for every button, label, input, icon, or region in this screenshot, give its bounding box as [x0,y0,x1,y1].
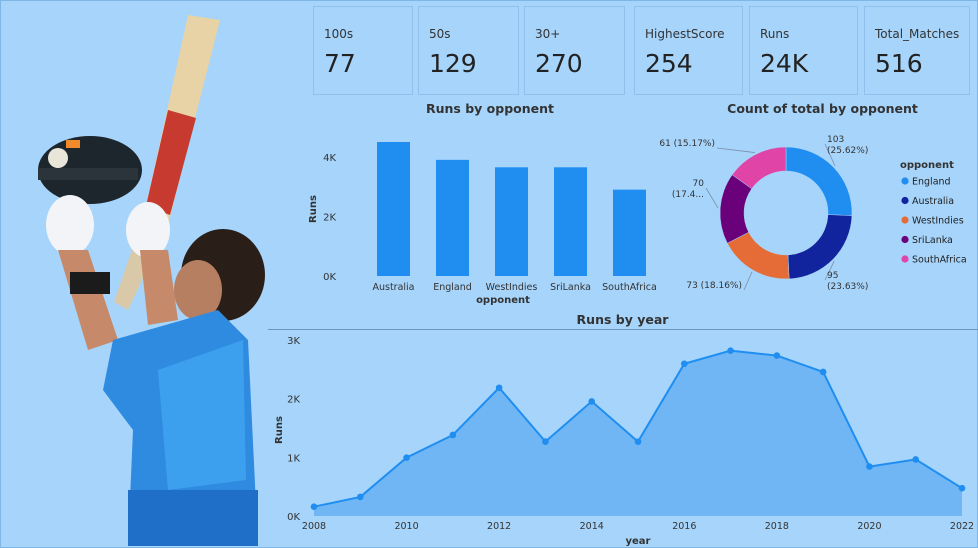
x-tick-label: WestIndies [486,282,538,293]
legend-entry: SriLanka [912,235,953,246]
data-point-2016 [680,360,688,368]
donut-slice-westindies [727,231,790,280]
y-axis-title: Runs [308,195,319,223]
donut-percent-label: (17.4... [672,190,704,200]
data-point-2021 [912,456,920,463]
bar-australia [377,142,410,276]
area-fill [314,350,962,516]
legend-entry: England [912,177,951,188]
x-tick-label: 2010 [394,521,418,532]
x-tick-label: 2012 [487,521,511,532]
x-tick-label: SriLanka [550,282,591,293]
kpi-label: 30+ [535,27,561,41]
glove-right-icon [126,202,170,258]
bar-england [436,159,469,276]
bar-chart-title: Runs by opponent [426,101,554,116]
data-point-2022 [958,484,966,492]
donut-percent-label: (25.62%) [827,146,868,156]
x-tick-label: 2020 [857,521,881,532]
leader-line [716,147,755,153]
x-tick-label: 2014 [580,521,604,532]
x-axis-title: year [626,536,651,547]
x-tick-label: England [433,282,472,293]
legend-entry: SouthAfrica [912,255,967,266]
donut-percent-label: (23.63%) [827,282,868,292]
data-point-2017 [727,347,734,354]
y-tick-label: 1K [287,453,300,464]
kpi-card-100s: 100s 77 [313,6,413,95]
y-tick-label: 3K [287,336,300,347]
kpi-value: 129 [429,49,477,78]
donut-slice-australia [787,214,853,280]
x-tick-label: 2016 [672,521,696,532]
data-point-2019 [819,368,827,376]
x-tick-label: 2008 [302,521,326,532]
kpi-card-total-matches: Total_Matches 516 [864,6,970,95]
data-point-2015 [634,438,642,445]
leader-line [705,187,719,209]
legend-entry: WestIndies [912,216,964,227]
y-tick-label: 2K [323,212,336,223]
x-tick-label: 2018 [765,521,789,532]
data-point-2011 [449,431,457,439]
cricketer-celebrating-photo [38,15,265,546]
kpi-value: 270 [535,49,583,78]
data-point-2009 [356,493,364,501]
jersey-icon [103,310,258,546]
x-tick-label: Australia [372,282,414,293]
glove-left-icon [46,195,94,255]
y-tick-label: 0K [323,272,336,283]
data-point-2013 [542,438,549,445]
donut-slice-england [785,146,853,216]
donut-data-label: 103 [827,135,844,145]
kpi-card-highest-score: HighestScore 254 [634,6,743,95]
bar-westindies [495,167,528,276]
legend-marker [901,216,909,224]
bar-srilanka [554,167,587,276]
x-axis-title: opponent [476,295,530,306]
donut-data-label: 70 [693,179,705,189]
donut-chart-title: Count of total by opponent [727,101,918,116]
kpi-card-runs: Runs 24K [749,6,858,95]
data-point-2010 [403,454,410,461]
data-point-2018 [773,352,781,359]
legend-title: opponent [900,160,954,171]
kpi-value: 254 [645,49,693,78]
x-tick-label: SouthAfrica [602,282,657,293]
kpi-value: 24K [760,49,809,78]
kpi-card-30plus: 30+ 270 [524,6,625,95]
x-tick-label: 2022 [950,521,974,532]
kpi-card-50s: 50s 129 [418,6,519,95]
donut-chart: 103(25.62%) 95(23.63%) 73 (18.16%) 70(17.4.… [660,135,967,292]
y-axis-title: Runs [274,416,285,444]
kpi-value: 77 [324,49,356,78]
area-chart: 0K 1K 2K 3K Runs 2008 2010 2012 2014 2016 2018 2020… [274,336,974,547]
data-point-2020 [866,463,873,470]
y-tick-label: 4K [323,153,336,164]
kpi-label: Total_Matches [875,27,960,41]
legend-marker [901,196,909,205]
legend-marker [901,235,909,244]
donut-data-label: 73 (18.16%) [686,281,742,291]
kpi-value: 516 [875,49,923,78]
legend-entry: Australia [912,196,954,207]
legend-marker [901,255,909,263]
kpi-label: HighestScore [645,27,725,41]
helmet-icon [38,136,142,204]
donut-data-label: 95 [827,271,838,281]
kpi-label: 50s [429,27,451,41]
kpi-label: Runs [760,27,790,41]
bar-chart: 0K 2K 4K Runs Australia England WestIndies SriL… [308,142,657,306]
data-point-2008 [310,503,318,510]
legend-marker [901,177,909,185]
area-chart-title: Runs by year [576,312,669,327]
y-tick-label: 2K [287,395,300,406]
data-point-2014 [588,398,596,405]
y-tick-label: 0K [287,512,300,523]
kpi-label: 100s [324,27,354,41]
leader-line [743,271,753,291]
donut-data-label: 61 (15.17%) [660,139,715,149]
bar-southafrica [613,189,646,276]
data-point-2012 [495,384,503,392]
